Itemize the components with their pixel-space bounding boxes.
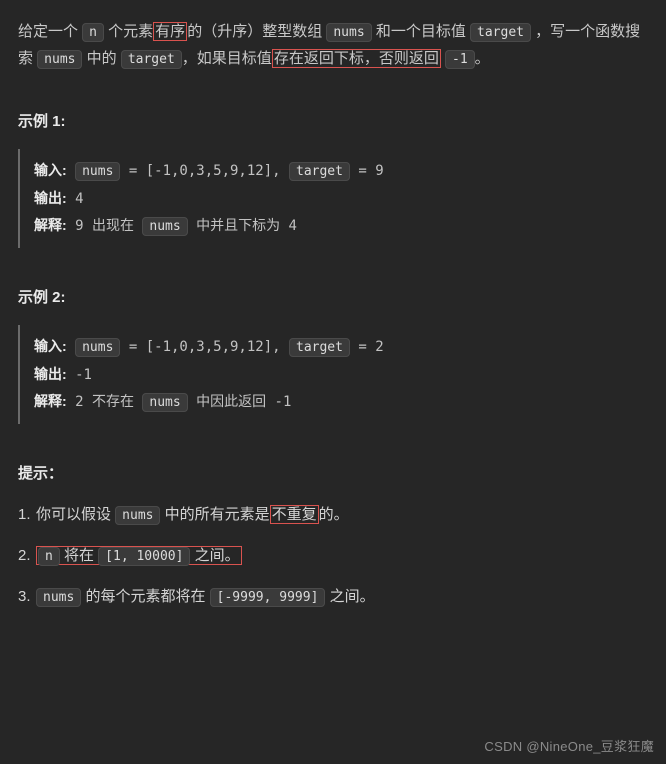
hints-heading: 提示： (18, 460, 648, 487)
code-nums: nums (75, 338, 120, 357)
hint-3: 3.nums 的每个元素都将在 [-9999, 9999] 之间。 (18, 583, 648, 610)
explain-text: 2 不存在 (67, 394, 143, 410)
explain-label: 解释: (34, 393, 67, 409)
explain-text: 9 出现在 (67, 218, 143, 234)
code-nums: nums (142, 393, 187, 412)
code-nums: nums (115, 506, 160, 525)
output-label: 输出: (34, 366, 67, 382)
desc-text: 中的 (82, 50, 120, 67)
code-nums: nums (37, 50, 82, 69)
desc-text: 个元素 (104, 23, 153, 40)
code-n: n (82, 23, 104, 42)
list-num: 3. (18, 583, 36, 610)
output-value: 4 (67, 191, 84, 207)
code-neg1: -1 (445, 50, 475, 69)
example2-heading: 示例 2: (18, 284, 648, 311)
code-range: [1, 10000] (98, 547, 190, 566)
desc-highlight: 存在返回下标，否则返回 (272, 49, 441, 68)
desc-text: 和一个目标值 (372, 23, 470, 40)
example2-block: 输入: nums = [-1,0,3,5,9,12], target = 2 输… (18, 325, 648, 424)
hint-text: 中的所有元素是 (160, 506, 269, 523)
hint-text: 的每个元素都将在 (81, 588, 209, 605)
input-value: = 9 (350, 163, 384, 179)
list-num: 1. (18, 501, 36, 528)
hint-text: 之间。 (190, 547, 239, 564)
code-nums: nums (142, 217, 187, 236)
example1-block: 输入: nums = [-1,0,3,5,9,12], target = 9 输… (18, 149, 648, 248)
explain-text: 中并且下标为 4 (188, 218, 297, 234)
output-value: -1 (67, 367, 92, 383)
problem-description: 给定一个 n 个元素有序的（升序）整型数组 nums 和一个目标值 target… (18, 18, 648, 72)
code-range: [-9999, 9999] (210, 588, 326, 607)
list-num: 2. (18, 542, 36, 569)
desc-text: 。 (475, 50, 490, 67)
input-value: = 2 (350, 339, 384, 355)
code-nums: nums (75, 162, 120, 181)
output-label: 输出: (34, 190, 67, 206)
code-nums: nums (36, 588, 81, 607)
hint-highlight: n 将在 [1, 10000] 之间。 (36, 546, 242, 565)
hint-highlight: 不重复 (270, 505, 319, 524)
desc-highlight: 有序 (153, 22, 187, 41)
hint-1: 1.你可以假设 nums 中的所有元素是不重复的。 (18, 501, 648, 528)
code-target: target (289, 338, 350, 357)
hint-2: 2.n 将在 [1, 10000] 之间。 (18, 542, 648, 569)
input-value: = [-1,0,3,5,9,12], (120, 163, 289, 179)
code-target: target (121, 50, 182, 69)
code-nums: nums (326, 23, 371, 42)
desc-text: 的（升序）整型数组 (187, 23, 326, 40)
watermark: CSDN @NineOne_豆浆狂魔 (484, 735, 654, 758)
desc-text: 给定一个 (18, 23, 82, 40)
hint-text: 之间。 (325, 588, 374, 605)
explain-label: 解释: (34, 217, 67, 233)
hint-text: 的。 (319, 506, 349, 523)
code-n: n (38, 547, 60, 566)
hints-section: 提示： 1.你可以假设 nums 中的所有元素是不重复的。 2.n 将在 [1,… (18, 460, 648, 610)
hint-text: 将在 (60, 547, 98, 564)
example1-heading: 示例 1: (18, 108, 648, 135)
desc-text: ，如果目标值 (182, 50, 272, 67)
input-label: 输入: (34, 162, 67, 178)
code-target: target (470, 23, 531, 42)
code-target: target (289, 162, 350, 181)
input-value: = [-1,0,3,5,9,12], (120, 339, 289, 355)
input-label: 输入: (34, 338, 67, 354)
explain-text: 中因此返回 -1 (188, 394, 292, 410)
hint-text: 你可以假设 (36, 506, 115, 523)
